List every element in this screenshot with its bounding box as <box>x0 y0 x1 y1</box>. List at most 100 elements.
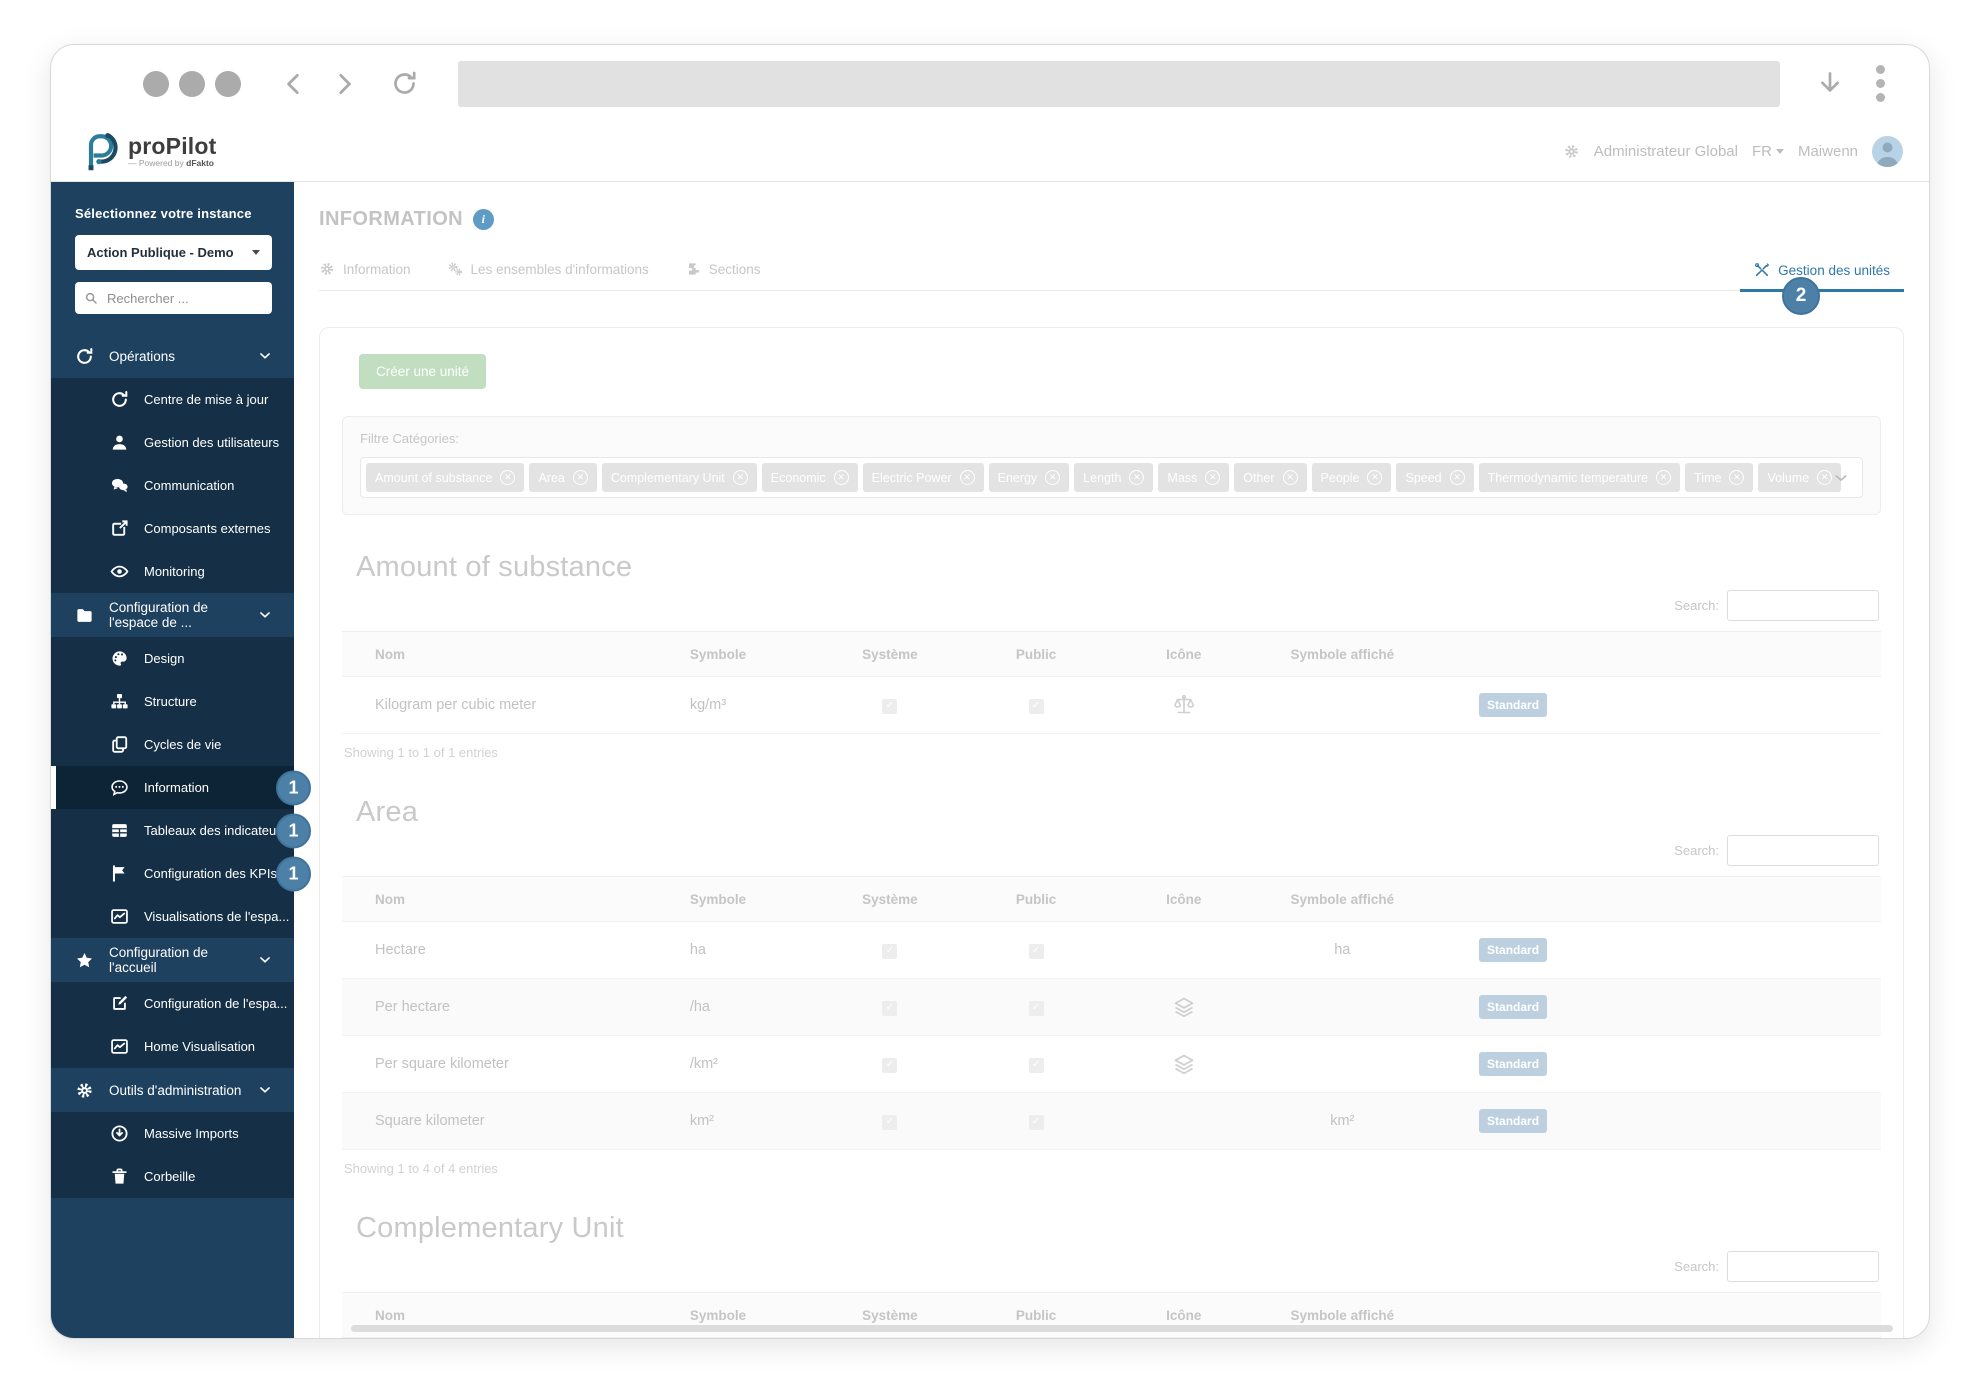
filter-chip-time[interactable]: Time ✕ <box>1685 463 1754 492</box>
filter-chip-economic[interactable]: Economic ✕ <box>761 463 858 492</box>
chip-remove-icon[interactable]: ✕ <box>1817 470 1833 485</box>
sidebar-item-massive-imports[interactable]: Massive Imports <box>51 1112 294 1155</box>
table-row[interactable]: Square kilometer km² ✓ ✓ km² Standard <box>342 1092 1881 1150</box>
sidebar-item-communication[interactable]: Communication <box>51 464 294 507</box>
chip-remove-icon[interactable]: ✕ <box>1656 470 1672 485</box>
username[interactable]: Maiwenn <box>1798 143 1858 160</box>
info-icon[interactable]: i <box>473 209 495 230</box>
sidebar-group-outils-d-administration[interactable]: Outils d'administration <box>51 1068 294 1112</box>
sidebar-item-information[interactable]: Information 1 <box>51 766 311 809</box>
chip-remove-icon[interactable]: ✕ <box>1367 470 1383 485</box>
avatar[interactable] <box>1872 136 1903 167</box>
create-unit-button[interactable]: Créer une unité <box>359 354 487 389</box>
table-search-input[interactable] <box>1727 590 1879 621</box>
sidebar-item-design[interactable]: Design <box>51 637 294 680</box>
cell-badge: Standard <box>1430 1035 1881 1093</box>
table-row[interactable]: Per square kilometer/km² ✓ ✓ Standard <box>342 1035 1881 1093</box>
horizontal-scrollbar[interactable] <box>351 1325 1893 1332</box>
sidebar-item-centre-de-mise-jour[interactable]: Centre de mise à jour <box>51 378 294 421</box>
table-row[interactable]: Per Mille‰✓✓‰Standard <box>342 1337 1881 1338</box>
chip-remove-icon[interactable]: ✕ <box>1045 470 1061 485</box>
traffic-light-icon[interactable] <box>215 70 241 97</box>
filter-chip-amount-of-substance[interactable]: Amount of substance ✕ <box>366 463 525 492</box>
sidebar-group-label: Opérations <box>109 348 176 364</box>
tab-les-ensembles-d-informations[interactable]: Les ensembles d'informations <box>447 261 649 290</box>
gear-icon <box>75 1081 94 1100</box>
chip-remove-icon[interactable]: ✕ <box>1729 470 1745 485</box>
table-row[interactable]: Kilogram per cubic meter kg/m³ ✓ ✓ Standard <box>342 676 1881 734</box>
sidebar-group-label: Outils d'administration <box>109 1082 242 1098</box>
sidebar-item-cycles-de-vie[interactable]: Cycles de vie <box>51 723 294 766</box>
table-row[interactable]: Per hectare/ha ✓ ✓ Standard <box>342 978 1881 1036</box>
filter-chip-area[interactable]: Area ✕ <box>529 463 597 492</box>
traffic-light-icon[interactable] <box>179 70 205 97</box>
sidebar-search-input[interactable] <box>105 289 255 307</box>
sidebar-group-op-rations[interactable]: Opérations <box>51 334 294 378</box>
menu-kebab-icon[interactable] <box>1876 65 1885 102</box>
table-search-input[interactable] <box>1727 835 1879 866</box>
tab-sections[interactable]: Sections <box>685 261 761 290</box>
sidebar-group-configuration-de-l-accueil[interactable]: Configuration de l'accueil <box>51 938 294 982</box>
filter-chip-thermodynamic-temperature[interactable]: Thermodynamic temperature ✕ <box>1478 463 1681 492</box>
unit-section-area: Area Search: Nom Symbole Système Public Icône S… <box>342 796 1881 1176</box>
logo[interactable]: proPilot — Powered by dFakto <box>77 131 216 173</box>
tab-gestion-des-unites[interactable]: Gestion des unités <box>1740 262 1904 292</box>
chip-label: Other <box>1243 470 1275 485</box>
filter-chip-energy[interactable]: Energy ✕ <box>988 463 1070 492</box>
filter-chip-electric-power[interactable]: Electric Power ✕ <box>862 463 984 492</box>
tab-label: Les ensembles d'informations <box>470 261 649 277</box>
sidebar-group-configuration-de-l-espace-de[interactable]: Configuration de l'espace de ... <box>51 593 294 637</box>
chip-remove-icon[interactable]: ✕ <box>1205 470 1221 485</box>
chip-remove-icon[interactable]: ✕ <box>833 470 849 485</box>
address-bar[interactable] <box>458 60 1780 107</box>
cell-icone <box>1113 1035 1255 1093</box>
filter-chip-volume[interactable]: Volume ✕ <box>1758 463 1842 492</box>
cell-symbole: ‰ <box>689 1337 821 1338</box>
cell-systeme: ✓ <box>820 1337 960 1338</box>
download-icon[interactable] <box>1816 70 1844 98</box>
chip-remove-icon[interactable]: ✕ <box>1449 470 1465 485</box>
filter-chip-length[interactable]: Length ✕ <box>1074 463 1154 492</box>
table-search-label: Search: <box>1674 843 1719 858</box>
sidebar-item-structure[interactable]: Structure <box>51 680 294 723</box>
filter-chip-mass[interactable]: Mass ✕ <box>1158 463 1230 492</box>
filter-chip-complementary-unit[interactable]: Complementary Unit ✕ <box>601 463 757 492</box>
forward-icon[interactable] <box>331 71 357 97</box>
chevron-down-icon[interactable] <box>1833 470 1849 486</box>
sidebar-item-monitoring[interactable]: Monitoring <box>51 550 294 593</box>
sidebar-item-composants-externes[interactable]: Composants externes <box>51 507 294 550</box>
table-row[interactable]: Hectare ha ✓ ✓ ha Standard <box>342 921 1881 979</box>
chip-remove-icon[interactable]: ✕ <box>1282 470 1298 485</box>
sidebar-item-corbeille[interactable]: Corbeille <box>51 1155 294 1198</box>
chip-label: Speed <box>1405 470 1442 485</box>
cell-badge: Standard <box>1430 676 1881 734</box>
refresh-icon[interactable] <box>391 70 418 97</box>
table-search-input[interactable] <box>1727 1251 1879 1282</box>
sidebar-item-configuration-des-kpis[interactable]: Configuration des KPIs 1 <box>51 852 311 895</box>
chip-remove-icon[interactable]: ✕ <box>1129 470 1145 485</box>
sidebar-item-home-visualisation[interactable]: Home Visualisation <box>51 1025 294 1068</box>
sidebar-item-label: Centre de mise à jour <box>144 392 269 407</box>
chevron-down-icon <box>258 1083 272 1097</box>
filter-chip-speed[interactable]: Speed ✕ <box>1396 463 1474 492</box>
chip-remove-icon[interactable]: ✕ <box>500 470 516 485</box>
filter-chips[interactable]: Amount of substance ✕ Area ✕ Complementary U… <box>360 457 1863 498</box>
chip-remove-icon[interactable]: ✕ <box>959 470 975 485</box>
chip-remove-icon[interactable]: ✕ <box>732 470 748 485</box>
sidebar-item-tableaux-des-indicateurs[interactable]: Tableaux des indicateurs 1 <box>51 809 311 852</box>
chat-icon <box>110 476 129 495</box>
instance-select[interactable]: Action Publique - Demo <box>75 235 272 270</box>
traffic-light-icon[interactable] <box>143 70 169 97</box>
cell-public: ✓ <box>959 978 1114 1036</box>
sidebar-item-visualisations-de-l-espa[interactable]: Visualisations de l'espa... <box>51 895 294 938</box>
filter-chip-other[interactable]: Other ✕ <box>1234 463 1307 492</box>
units-table: Nom Symbole Système Public Icône Symbole affi… <box>342 876 1881 1150</box>
tab-information[interactable]: Information <box>319 261 411 290</box>
filter-chip-people[interactable]: People ✕ <box>1311 463 1392 492</box>
language-selector[interactable]: FR <box>1752 143 1784 160</box>
chip-remove-icon[interactable]: ✕ <box>572 470 588 485</box>
sidebar-item-label: Visualisations de l'espa... <box>144 909 290 924</box>
sidebar-item-gestion-des-utilisateurs[interactable]: Gestion des utilisateurs <box>51 421 294 464</box>
sidebar-item-configuration-de-l-espa[interactable]: Configuration de l'espa... <box>51 982 294 1025</box>
back-icon[interactable] <box>281 71 307 97</box>
